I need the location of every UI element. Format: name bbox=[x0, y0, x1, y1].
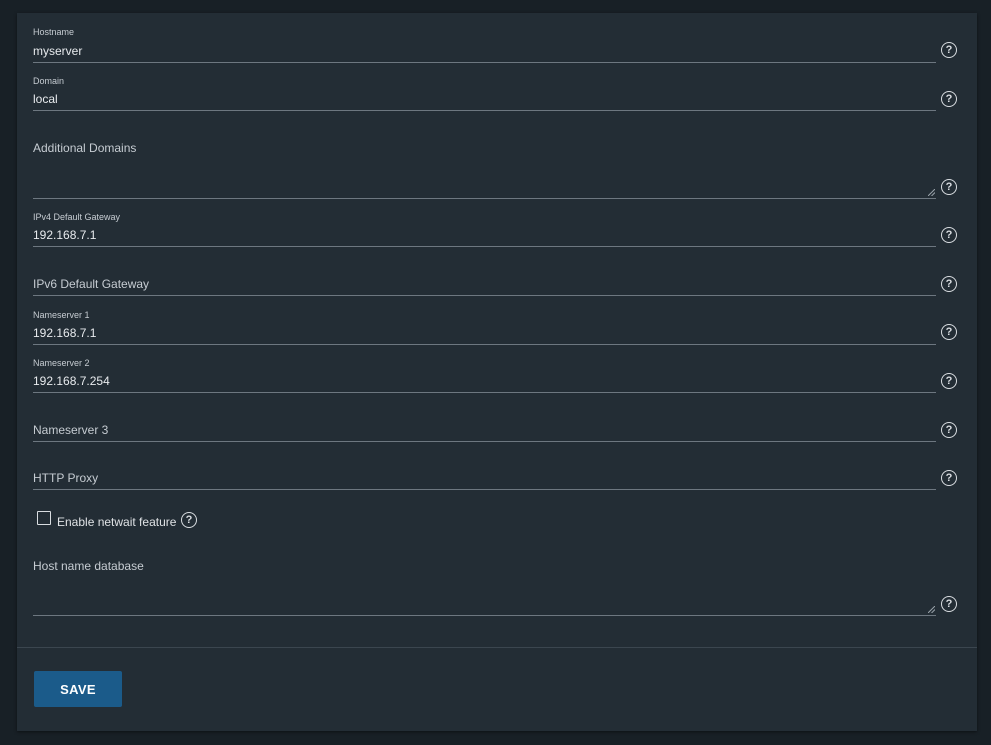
resize-handle-icon[interactable] bbox=[928, 606, 935, 613]
nameserver3-underline bbox=[33, 441, 936, 442]
nameserver2-help-icon[interactable]: ? bbox=[941, 373, 957, 389]
ipv6-gateway-field[interactable]: IPv6 Default Gateway bbox=[33, 268, 936, 296]
nameserver2-field[interactable]: Nameserver 2 192.168.7.254 bbox=[33, 358, 936, 393]
ipv6-gateway-underline bbox=[33, 295, 936, 296]
network-config-card: Hostname myserver ? Domain local ? Addit… bbox=[17, 13, 977, 731]
additional-domains-placeholder: Additional Domains bbox=[33, 141, 137, 155]
hostname-label: Hostname bbox=[33, 27, 75, 37]
ipv6-gateway-help-icon[interactable]: ? bbox=[941, 276, 957, 292]
nameserver3-help-icon[interactable]: ? bbox=[941, 422, 957, 438]
additional-domains-help-icon[interactable]: ? bbox=[941, 179, 957, 195]
nameserver1-underline bbox=[33, 344, 936, 345]
hostname-database-help-icon[interactable]: ? bbox=[941, 596, 957, 612]
nameserver1-field[interactable]: Nameserver 1 192.168.7.1 bbox=[33, 310, 936, 345]
ipv4-gateway-label: IPv4 Default Gateway bbox=[33, 212, 121, 222]
save-button[interactable]: SAVE bbox=[34, 671, 122, 707]
http-proxy-field[interactable]: HTTP Proxy bbox=[33, 462, 936, 490]
nameserver1-value[interactable]: 192.168.7.1 bbox=[33, 326, 96, 340]
netwait-label[interactable]: Enable netwait feature bbox=[57, 515, 176, 529]
ipv6-gateway-placeholder: IPv6 Default Gateway bbox=[33, 277, 150, 291]
hostname-field[interactable]: Hostname myserver bbox=[33, 27, 936, 63]
domain-underline bbox=[33, 110, 936, 111]
ipv4-gateway-field[interactable]: IPv4 Default Gateway 192.168.7.1 bbox=[33, 212, 936, 247]
http-proxy-underline bbox=[33, 489, 936, 490]
additional-domains-textarea[interactable]: Additional Domains bbox=[33, 138, 936, 199]
hostname-help-icon[interactable]: ? bbox=[941, 42, 957, 58]
resize-handle-icon[interactable] bbox=[928, 189, 935, 196]
hostname-database-textarea[interactable]: Host name database bbox=[33, 555, 936, 616]
hostname-database-underline bbox=[33, 615, 936, 616]
nameserver2-label: Nameserver 2 bbox=[33, 358, 90, 368]
hostname-underline bbox=[33, 62, 936, 63]
nameserver3-placeholder: Nameserver 3 bbox=[33, 423, 109, 437]
nameserver3-field[interactable]: Nameserver 3 bbox=[33, 414, 936, 442]
ipv4-gateway-underline bbox=[33, 246, 936, 247]
domain-value[interactable]: local bbox=[33, 92, 58, 106]
http-proxy-help-icon[interactable]: ? bbox=[941, 470, 957, 486]
nameserver1-help-icon[interactable]: ? bbox=[941, 324, 957, 340]
http-proxy-placeholder: HTTP Proxy bbox=[33, 471, 99, 485]
domain-help-icon[interactable]: ? bbox=[941, 91, 957, 107]
hostname-database-placeholder: Host name database bbox=[33, 559, 144, 573]
hostname-value[interactable]: myserver bbox=[33, 44, 82, 58]
domain-label: Domain bbox=[33, 76, 65, 86]
ipv4-gateway-value[interactable]: 192.168.7.1 bbox=[33, 228, 96, 242]
netwait-checkbox[interactable] bbox=[37, 511, 51, 525]
nameserver2-underline bbox=[33, 392, 936, 393]
nameserver1-label: Nameserver 1 bbox=[33, 310, 90, 320]
netwait-help-icon[interactable]: ? bbox=[181, 512, 197, 528]
ipv4-gateway-help-icon[interactable]: ? bbox=[941, 227, 957, 243]
domain-field[interactable]: Domain local bbox=[33, 76, 936, 111]
additional-domains-underline bbox=[33, 198, 936, 199]
nameserver2-value[interactable]: 192.168.7.254 bbox=[33, 374, 110, 388]
actions-divider bbox=[17, 647, 977, 648]
